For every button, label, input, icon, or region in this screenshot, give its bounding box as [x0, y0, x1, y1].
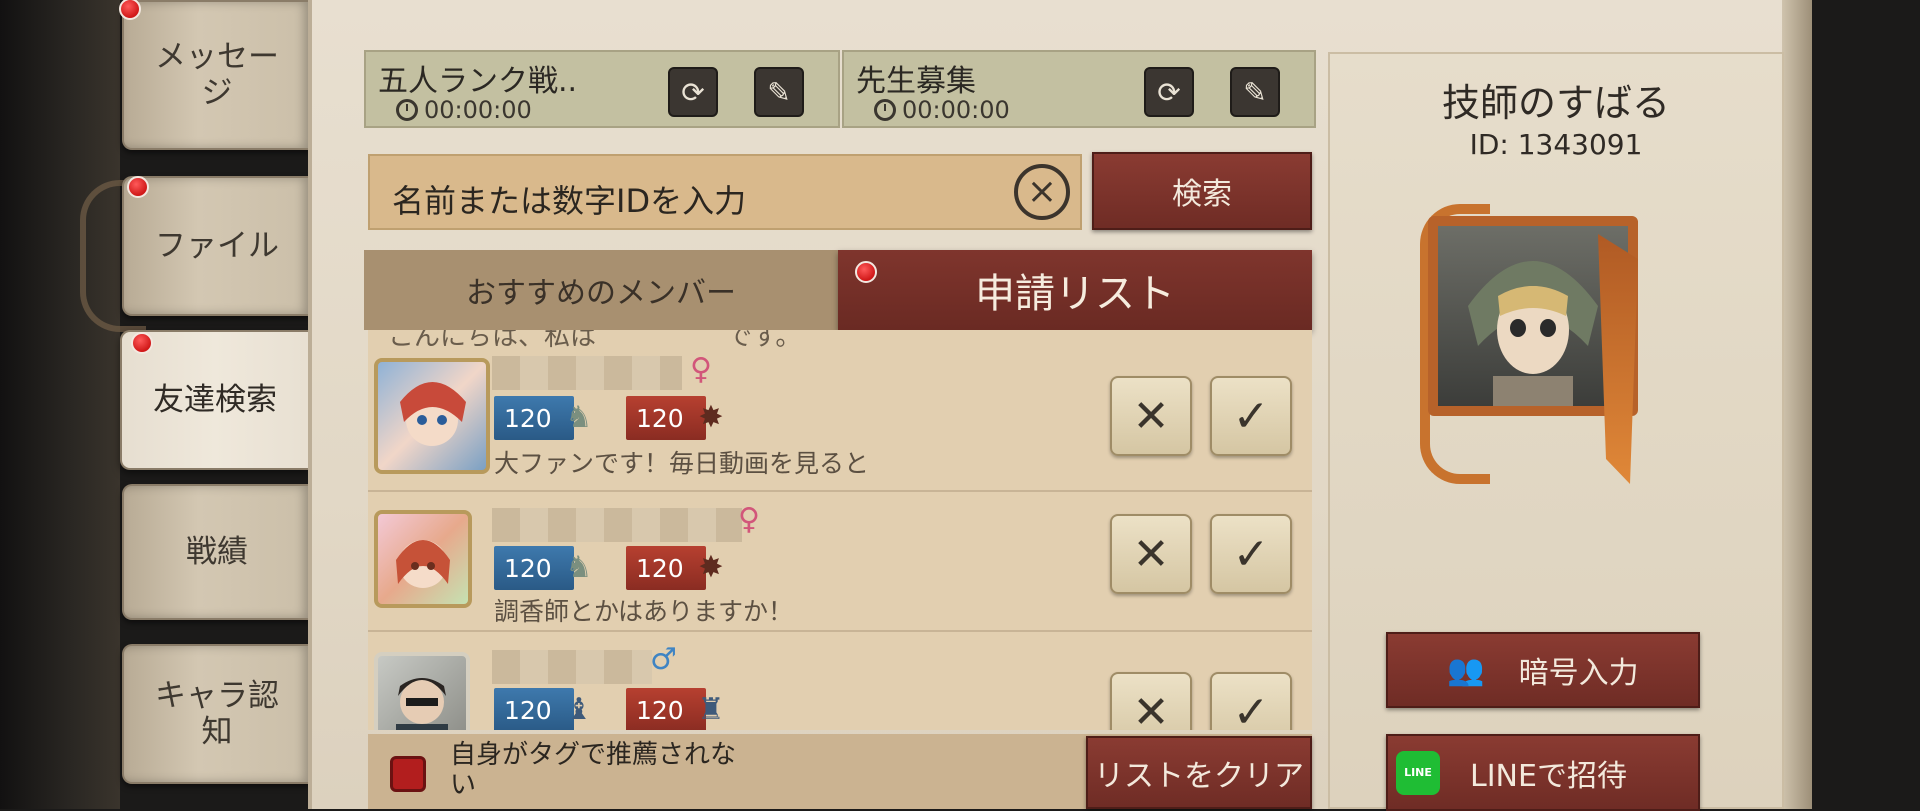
survivor-rank-value: 120 — [504, 695, 552, 725]
pen-icon: ✎ — [1243, 75, 1267, 109]
side-tab-records-label: 戦績 — [186, 534, 248, 570]
refresh-icon: ⟳ — [681, 75, 705, 109]
search-placeholder: 名前または数字IDを入力 — [392, 182, 747, 220]
avatar-frame-wing — [1598, 234, 1638, 484]
side-tab-messages[interactable]: メッセージ — [122, 0, 310, 150]
search-button-label: 検索 — [1172, 177, 1232, 212]
refresh-icon: ⟳ — [1157, 75, 1181, 109]
tab-recommended-members[interactable]: おすすめのメンバー — [364, 250, 838, 330]
team-slot-2-edit-button[interactable]: ✎ — [1230, 67, 1280, 117]
avatar[interactable] — [374, 358, 490, 474]
no-tag-recommend-checkbox[interactable] — [390, 756, 426, 792]
clear-search-icon[interactable]: × — [1014, 164, 1070, 220]
side-tab-friend-search-label: 友達検索 — [153, 382, 277, 418]
side-tab-character-awareness[interactable]: キャラ認知 — [122, 644, 310, 784]
search-input[interactable]: 名前または数字IDを入力 × — [368, 154, 1082, 230]
request-message: 調香師とかはありますか！ — [494, 597, 794, 626]
avatar[interactable] — [374, 652, 470, 730]
tab-request-list[interactable]: 申請リスト — [838, 250, 1312, 346]
left-background — [0, 0, 120, 809]
profile-name: 技師のすばる — [1441, 81, 1670, 125]
team-slot-1-refresh-button[interactable]: ⟳ — [668, 67, 718, 117]
male-icon: ♂ — [650, 642, 677, 677]
no-tag-recommend-label: 自身がタグで推薦されない — [450, 740, 737, 800]
survivor-rank-value: 120 — [504, 403, 552, 433]
list-item[interactable]: ♂ 120 ♝ 120 ♜ ✕ ✓ — [368, 632, 1312, 730]
friend-search-notification-badge — [131, 332, 153, 354]
female-icon: ♀ — [690, 352, 712, 387]
close-icon: ✕ — [1132, 390, 1170, 442]
partial-list-item: こんにちは、私は です。 — [388, 330, 801, 353]
survivor-rank-icon: ♞ — [565, 550, 593, 585]
panel-frame-edge — [1782, 0, 1812, 809]
hunter-rank-icon: ✸ — [698, 400, 724, 435]
avatar[interactable] — [374, 510, 472, 608]
tab-recommended-members-label: おすすめのメンバー — [466, 276, 736, 311]
check-icon: ✓ — [1232, 390, 1270, 442]
line-logo-icon: LINE — [1396, 750, 1440, 795]
survivor-rank-value: 120 — [504, 553, 552, 583]
accept-button[interactable]: ✓ — [1210, 514, 1292, 594]
clear-list-button-label: リストをクリア — [1094, 758, 1304, 794]
clear-list-button[interactable]: リストをクリア — [1086, 736, 1312, 809]
team-slot-1-name: 五人ランク戦.. — [378, 64, 578, 99]
reject-button[interactable]: ✕ — [1110, 514, 1192, 594]
request-list[interactable]: こんにちは、私は です。 ♀ 120 ♞ 120 ✸ 大ファンです！毎日動画を見… — [368, 330, 1312, 730]
stopwatch-icon — [874, 99, 896, 121]
team-slot-2-name: 先生募集 — [856, 64, 976, 99]
list-item[interactable]: ♀ 120 ♞ 120 ✸ 大ファンです！毎日動画を見ると ✕ ✓ — [368, 352, 1312, 492]
pen-icon: ✎ — [767, 75, 791, 109]
partial-list-item-text: こんにちは、私は です。 — [388, 330, 802, 352]
reject-button[interactable]: ✕ — [1110, 672, 1192, 730]
blurred-player-name — [492, 650, 652, 684]
request-list-notification-badge — [855, 261, 877, 283]
blurred-player-name — [492, 356, 682, 390]
accept-button[interactable]: ✓ — [1210, 376, 1292, 456]
reject-button[interactable]: ✕ — [1110, 376, 1192, 456]
hunter-rank-value: 120 — [636, 403, 684, 433]
hunter-rank-value: 120 — [636, 695, 684, 725]
check-icon: ✓ — [1232, 528, 1270, 580]
line-invite-button[interactable]: LINE LINEで招待 — [1386, 734, 1700, 811]
female-icon: ♀ — [738, 502, 760, 537]
team-slot-2[interactable]: 先生募集 00:00:00 ⟳ ✎ — [842, 50, 1316, 128]
profile-id: ID: 1343091 — [1469, 128, 1643, 161]
team-slot-2-timer-value: 00:00:00 — [902, 96, 1010, 124]
request-message: 大ファンです！毎日動画を見ると — [494, 449, 870, 478]
stopwatch-icon — [396, 99, 418, 121]
check-icon: ✓ — [1232, 686, 1270, 731]
close-icon: ✕ — [1132, 528, 1170, 580]
avatar-art — [396, 678, 448, 730]
team-slot-1-timer: 00:00:00 — [396, 96, 532, 124]
list-item[interactable]: ♀ 120 ♞ 120 ✸ 調香師とかはありますか！ ✕ ✓ — [368, 492, 1312, 632]
enter-code-button-label: 暗号入力 — [1518, 656, 1639, 691]
enter-code-button[interactable]: 👥 暗号入力 — [1386, 632, 1700, 708]
team-slot-1[interactable]: 五人ランク戦.. 00:00:00 ⟳ ✎ — [364, 50, 840, 128]
avatar-art — [396, 540, 450, 588]
hunter-rank-icon: ✸ — [698, 550, 724, 585]
team-slot-1-edit-button[interactable]: ✎ — [754, 67, 804, 117]
survivor-rank-icon: ♞ — [565, 400, 593, 435]
side-tab-character-awareness-label: キャラ認知 — [155, 678, 279, 750]
users-icon: 👥 — [1447, 652, 1485, 688]
close-icon: ✕ — [1132, 686, 1170, 731]
line-invite-button-label: LINEで招待 — [1470, 758, 1627, 794]
avatar-art — [400, 382, 466, 446]
search-button[interactable]: 検索 — [1092, 152, 1312, 230]
team-slot-2-timer: 00:00:00 — [874, 96, 1010, 124]
files-notification-badge — [127, 176, 149, 198]
blurred-player-name — [492, 508, 742, 542]
side-tab-files[interactable]: ファイル — [122, 176, 310, 316]
tab-request-list-label: 申請リスト — [975, 271, 1175, 317]
hunter-rank-value: 120 — [636, 553, 684, 583]
accept-button[interactable]: ✓ — [1210, 672, 1292, 730]
side-tab-files-label: ファイル — [155, 228, 279, 264]
survivor-rank-icon: ♝ — [565, 692, 593, 727]
hunter-rank-icon: ♜ — [697, 692, 725, 727]
team-slot-1-timer-value: 00:00:00 — [424, 96, 532, 124]
profile-panel: 技師のすばる ID: 1343091 👥 暗号入力 LINE LINEで招待 — [1328, 52, 1784, 811]
side-tab-messages-label: メッセージ — [155, 39, 279, 111]
side-tab-records[interactable]: 戦績 — [122, 484, 310, 620]
team-slot-2-refresh-button[interactable]: ⟳ — [1144, 67, 1194, 117]
